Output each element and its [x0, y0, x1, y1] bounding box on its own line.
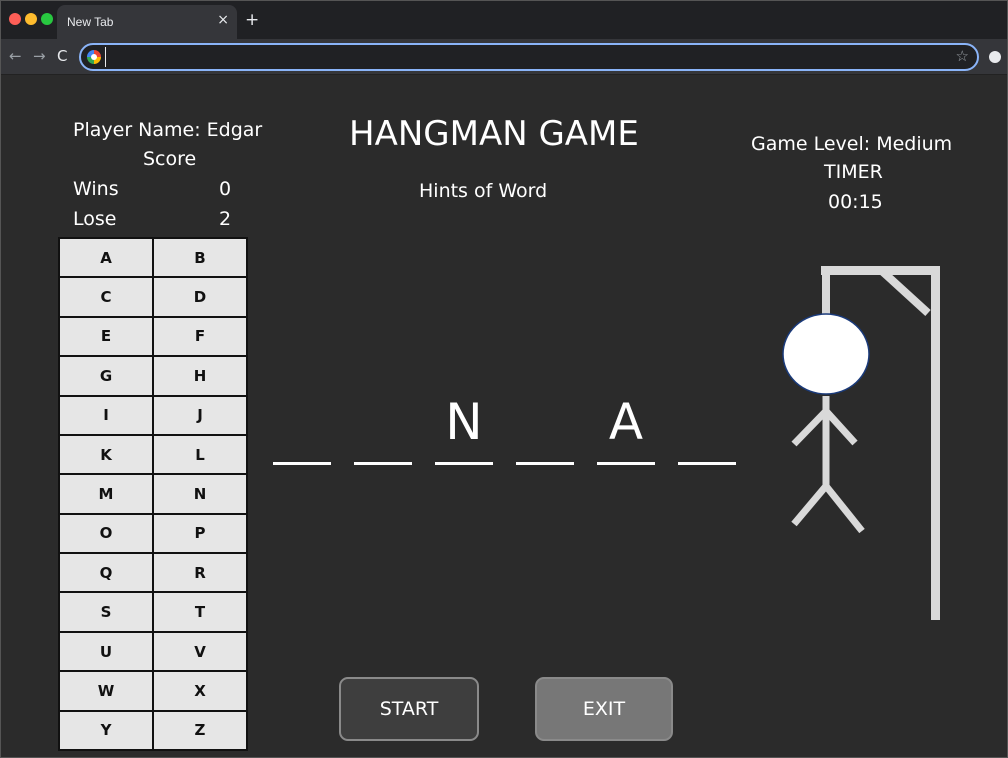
- letter-key-a[interactable]: A: [60, 239, 152, 277]
- exit-button[interactable]: EXIT: [535, 677, 673, 741]
- letter-key-m[interactable]: M: [60, 475, 152, 513]
- hangman-game: Player Name: Edgar Score Wins 0 Lose 2 H…: [1, 76, 1007, 757]
- word-slots: N A: [273, 386, 743, 466]
- close-window-icon[interactable]: [9, 13, 21, 25]
- letter-key-j[interactable]: J: [154, 396, 246, 434]
- gallows-beam: [821, 266, 940, 275]
- letter-key-n[interactable]: N: [154, 475, 246, 513]
- game-level: Game Level: Medium: [751, 133, 953, 155]
- address-bar[interactable]: ☆: [79, 43, 979, 71]
- hangman-left-leg: [791, 483, 829, 527]
- letter-key-k[interactable]: K: [60, 435, 152, 474]
- word-slot-underline: [354, 462, 412, 465]
- word-slot-underline: [678, 462, 736, 465]
- word-slot-5: A: [597, 386, 655, 466]
- word-slot-underline: [597, 462, 655, 465]
- hangman-right-leg: [823, 483, 865, 534]
- gallows-rope: [822, 275, 830, 315]
- new-tab-icon[interactable]: +: [245, 10, 259, 30]
- letter-key-c[interactable]: C: [60, 278, 152, 316]
- letter-key-i[interactable]: I: [60, 396, 152, 434]
- letter-keyboard: A B C D E F G H I J K L M N O P Q R S T …: [58, 237, 248, 751]
- hangman-left-arm: [791, 408, 829, 447]
- hangman-drawing: [782, 266, 940, 620]
- letter-key-b[interactable]: B: [154, 239, 246, 277]
- wins-value: 0: [219, 178, 232, 200]
- letter-key-p[interactable]: P: [154, 514, 246, 553]
- word-slot-1: [273, 386, 331, 466]
- score-label: Score: [143, 148, 197, 170]
- hints-label: Hints of Word: [419, 180, 548, 202]
- hangman-body: [791, 396, 865, 534]
- letter-key-s[interactable]: S: [60, 593, 152, 631]
- browser-toolbar: ← → C ☆: [1, 39, 1007, 75]
- wins-label: Wins: [73, 178, 119, 200]
- word-slot-2: [354, 386, 412, 466]
- start-button[interactable]: START: [339, 677, 479, 741]
- forward-arrow-icon[interactable]: →: [33, 46, 46, 66]
- back-arrow-icon[interactable]: ←: [9, 46, 22, 66]
- letter-key-o[interactable]: O: [60, 514, 152, 553]
- word-slot-4: [516, 386, 574, 466]
- profile-avatar-icon[interactable]: [989, 51, 1001, 63]
- hangman-right-arm: [823, 408, 858, 446]
- url-input[interactable]: [105, 47, 945, 67]
- player-name: Player Name: Edgar: [73, 119, 263, 141]
- letter-key-y[interactable]: Y: [60, 711, 152, 749]
- word-slot-6: [678, 386, 736, 466]
- letter-key-f[interactable]: F: [154, 317, 246, 356]
- letter-key-x[interactable]: X: [154, 672, 246, 710]
- tab-title: New Tab: [67, 15, 114, 29]
- browser-window: New Tab × + ← → C ☆ Player Name: Edgar S…: [0, 0, 1008, 758]
- google-icon: [87, 50, 101, 64]
- word-slot-letter: N: [445, 393, 483, 451]
- letter-key-z[interactable]: Z: [154, 711, 246, 749]
- letter-key-g[interactable]: G: [60, 357, 152, 395]
- timer-label: TIMER: [824, 161, 883, 183]
- word-slot-underline: [435, 462, 493, 465]
- tab-bar: New Tab × +: [1, 1, 1007, 39]
- word-slot-letter: A: [608, 393, 644, 451]
- gallows-brace: [880, 269, 931, 316]
- word-slot-underline: [516, 462, 574, 465]
- bookmark-star-icon[interactable]: ☆: [956, 47, 969, 65]
- close-tab-icon[interactable]: ×: [217, 12, 229, 28]
- letter-key-w[interactable]: W: [60, 672, 152, 710]
- letter-key-q[interactable]: Q: [60, 554, 152, 592]
- letter-key-d[interactable]: D: [154, 278, 246, 316]
- minimize-window-icon[interactable]: [25, 13, 37, 25]
- game-title: HANGMAN GAME: [349, 114, 639, 154]
- tab-new-tab[interactable]: New Tab ×: [57, 5, 237, 39]
- letter-key-u[interactable]: U: [60, 632, 152, 671]
- word-slot-3: N: [435, 386, 493, 466]
- gallows-pole: [931, 266, 940, 620]
- letter-key-r[interactable]: R: [154, 554, 246, 592]
- lose-label: Lose: [73, 208, 117, 230]
- timer-value: 00:15: [828, 191, 883, 213]
- letter-key-t[interactable]: T: [154, 593, 246, 631]
- word-slot-underline: [273, 462, 331, 465]
- maximize-window-icon[interactable]: [41, 13, 53, 25]
- lose-value: 2: [219, 208, 232, 230]
- hangman-head: [782, 313, 870, 395]
- letter-key-l[interactable]: L: [154, 435, 246, 474]
- letter-key-e[interactable]: E: [60, 317, 152, 356]
- reload-icon[interactable]: C: [57, 46, 67, 66]
- letter-key-h[interactable]: H: [154, 357, 246, 395]
- letter-key-v[interactable]: V: [154, 632, 246, 671]
